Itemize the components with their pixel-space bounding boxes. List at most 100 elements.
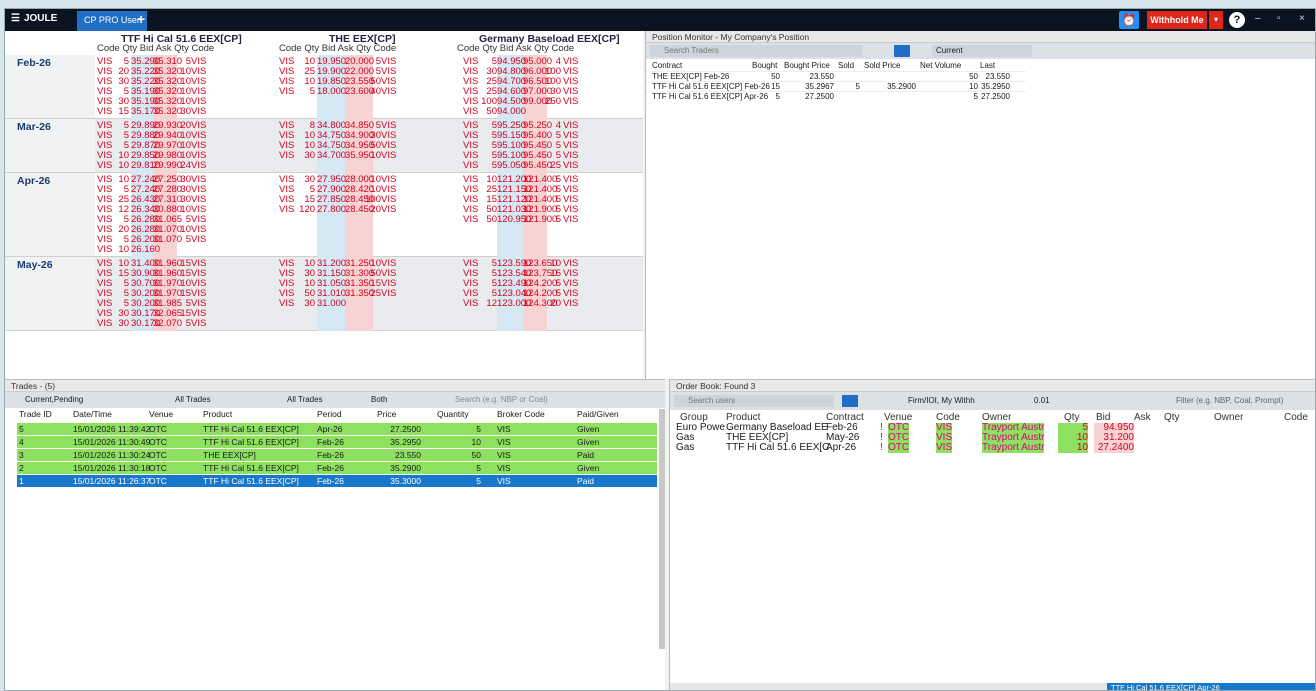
price-cell[interactable]: 5 bbox=[545, 215, 561, 225]
price-cell[interactable]: 26.160 bbox=[131, 245, 160, 255]
column-header[interactable]: Qty bbox=[1164, 412, 1180, 423]
price-cell[interactable]: 124.300 bbox=[523, 299, 557, 309]
price-cell[interactable]: 5 bbox=[175, 319, 191, 329]
price-cell[interactable]: 94.000 bbox=[497, 107, 526, 117]
column-header[interactable]: Sold Price bbox=[864, 61, 900, 71]
column-header[interactable]: Net Volume bbox=[920, 61, 961, 71]
price-cell[interactable]: 20 bbox=[545, 299, 561, 309]
search-traders-input[interactable]: Search Traders bbox=[650, 45, 862, 57]
add-tab-button[interactable]: + bbox=[137, 11, 145, 27]
price-cell[interactable]: VIS bbox=[191, 107, 206, 117]
column-header[interactable]: Date/Time bbox=[73, 409, 112, 419]
price-cell[interactable]: 35.320 bbox=[153, 107, 182, 117]
column-header[interactable]: Contract bbox=[652, 61, 682, 71]
side-filter[interactable]: Both bbox=[371, 394, 441, 406]
price-cell[interactable]: 123.000 bbox=[497, 299, 531, 309]
price-cell[interactable]: VIS bbox=[563, 97, 578, 107]
price-cell[interactable]: 10 bbox=[111, 161, 129, 171]
price-cell[interactable]: VIS bbox=[279, 151, 294, 161]
restore-button[interactable]: ▫ bbox=[1277, 13, 1281, 24]
price-cell[interactable]: VIS bbox=[563, 215, 578, 225]
scrollbar[interactable] bbox=[659, 409, 665, 649]
column-header[interactable]: Sold bbox=[838, 61, 854, 71]
alarm-clock-icon[interactable]: ⏰ bbox=[1119, 11, 1139, 29]
price-cell[interactable]: VIS bbox=[563, 161, 578, 171]
chevron-down-icon[interactable]: ▾ bbox=[1209, 11, 1223, 29]
position-row[interactable]: TTF Hi Cal 51.6 EEX[CP] Apr-26 5 27.2500 5 2… bbox=[646, 91, 1026, 101]
table-row[interactable]: 4 15/01/2026 11:30:49 OTC TTF Hi Cal 51.6 E… bbox=[17, 436, 657, 448]
price-cell[interactable]: VIS bbox=[279, 299, 294, 309]
column-header[interactable]: Price bbox=[377, 409, 396, 419]
price-cell[interactable]: 20 bbox=[365, 205, 381, 215]
column-header[interactable]: Venue bbox=[149, 409, 173, 419]
column-header[interactable]: Code bbox=[1284, 412, 1308, 423]
price-cell[interactable]: 18.000 bbox=[317, 87, 346, 97]
column-header[interactable]: Ask bbox=[1134, 412, 1151, 423]
step-input[interactable]: 0.01 bbox=[1034, 395, 1064, 407]
price-cell[interactable]: 50 bbox=[477, 215, 497, 225]
price-cell[interactable]: 30 bbox=[295, 151, 315, 161]
column-header[interactable]: Period bbox=[317, 409, 342, 419]
user-icon[interactable] bbox=[842, 395, 858, 407]
trades-search-input[interactable]: Search (e.g. NBP or Coal) bbox=[455, 394, 655, 406]
column-header[interactable]: Trade ID bbox=[19, 409, 52, 419]
price-cell[interactable]: 40 bbox=[365, 87, 381, 97]
search-users-input[interactable]: Search users bbox=[674, 395, 834, 407]
price-cell[interactable]: 5 bbox=[175, 235, 191, 245]
position-row[interactable]: THE EEX[CP] Feb-26 50 23.550 50 23.550 bbox=[646, 71, 1026, 81]
order-row[interactable]: Gas TTF Hi Cal 51.6 EEX[C Apr-26! OTC VIS Tra… bbox=[674, 443, 1314, 453]
price-cell[interactable]: 30 bbox=[111, 319, 129, 329]
price-cell[interactable]: 25 bbox=[545, 161, 561, 171]
table-row[interactable]: 2 15/01/2026 11:30:18 OTC TTF Hi Cal 51.6 E… bbox=[17, 462, 657, 474]
period-group[interactable]: Apr-26 bbox=[5, 173, 95, 257]
filter-input[interactable]: Filter (e.g. NBP, Coal, Prompt) bbox=[1176, 395, 1314, 407]
column-header[interactable]: Last bbox=[980, 61, 995, 71]
price-cell[interactable]: 121.900 bbox=[523, 215, 557, 225]
price-cell[interactable]: 34.700 bbox=[317, 151, 346, 161]
price-cell[interactable]: 120 bbox=[295, 205, 315, 215]
period-group[interactable]: Feb-26 bbox=[5, 55, 95, 119]
status-filter[interactable]: Current,Pending bbox=[25, 394, 155, 406]
help-icon[interactable]: ? bbox=[1229, 12, 1245, 28]
price-cell[interactable]: 30 bbox=[175, 107, 191, 117]
price-cell[interactable]: 10 bbox=[111, 245, 129, 255]
users-icon[interactable] bbox=[894, 45, 910, 57]
price-cell[interactable]: 12 bbox=[477, 299, 497, 309]
minimize-button[interactable]: – bbox=[1255, 13, 1261, 24]
column-header[interactable]: Bought bbox=[752, 61, 777, 71]
trades-filter-2[interactable]: All Trades bbox=[287, 394, 357, 406]
price-cell[interactable]: 27.800 bbox=[317, 205, 346, 215]
close-button[interactable]: × bbox=[1299, 13, 1305, 24]
price-cell[interactable]: VIS bbox=[279, 205, 294, 215]
price-cell[interactable]: VIS bbox=[191, 161, 206, 171]
price-cell[interactable]: VIS bbox=[381, 205, 396, 215]
price-cell[interactable]: VIS bbox=[381, 289, 396, 299]
column-header[interactable]: Bought Price bbox=[784, 61, 830, 71]
trades-filter[interactable]: All Trades bbox=[175, 394, 245, 406]
price-cell[interactable]: 99.000 bbox=[523, 97, 552, 107]
price-cell[interactable]: 31.000 bbox=[317, 299, 346, 309]
price-cell[interactable]: 30 bbox=[295, 299, 315, 309]
price-cell[interactable]: 120.950 bbox=[497, 215, 531, 225]
position-row[interactable]: TTF Hi Cal 51.6 EEX[CP] Feb-26 15 35.2967 5… bbox=[646, 81, 1026, 91]
price-cell[interactable]: 25 bbox=[365, 289, 381, 299]
price-cell[interactable]: VIS bbox=[563, 299, 578, 309]
price-cell[interactable]: 10 bbox=[365, 151, 381, 161]
column-header[interactable]: Qty bbox=[1064, 412, 1080, 423]
price-cell[interactable]: 5 bbox=[477, 161, 497, 171]
table-row[interactable]: 1 15/01/2026 11:26:37 OTC TTF Hi Cal 51.6 E… bbox=[17, 475, 657, 487]
column-header[interactable]: Owner bbox=[1214, 412, 1243, 423]
column-header[interactable]: Product bbox=[203, 409, 232, 419]
price-cell[interactable]: 29.990 bbox=[153, 161, 182, 171]
period-group[interactable]: Mar-26 bbox=[5, 119, 95, 173]
column-header[interactable]: Quantity bbox=[437, 409, 469, 419]
price-cell[interactable]: VIS bbox=[381, 87, 396, 97]
price-cell[interactable]: 24 bbox=[175, 161, 191, 171]
price-cell[interactable]: 32.070 bbox=[153, 319, 182, 329]
table-row[interactable]: 5 15/01/2026 11:39:42 OTC TTF Hi Cal 51.6 E… bbox=[17, 423, 657, 435]
price-cell[interactable]: 29.810 bbox=[131, 161, 160, 171]
table-row[interactable]: 3 15/01/2026 11:30:24 OTC THE EEX[CP] Feb-26… bbox=[17, 449, 657, 461]
price-cell[interactable]: VIS bbox=[191, 235, 206, 245]
price-cell[interactable]: 5 bbox=[295, 87, 315, 97]
price-cell[interactable]: 15 bbox=[111, 107, 129, 117]
